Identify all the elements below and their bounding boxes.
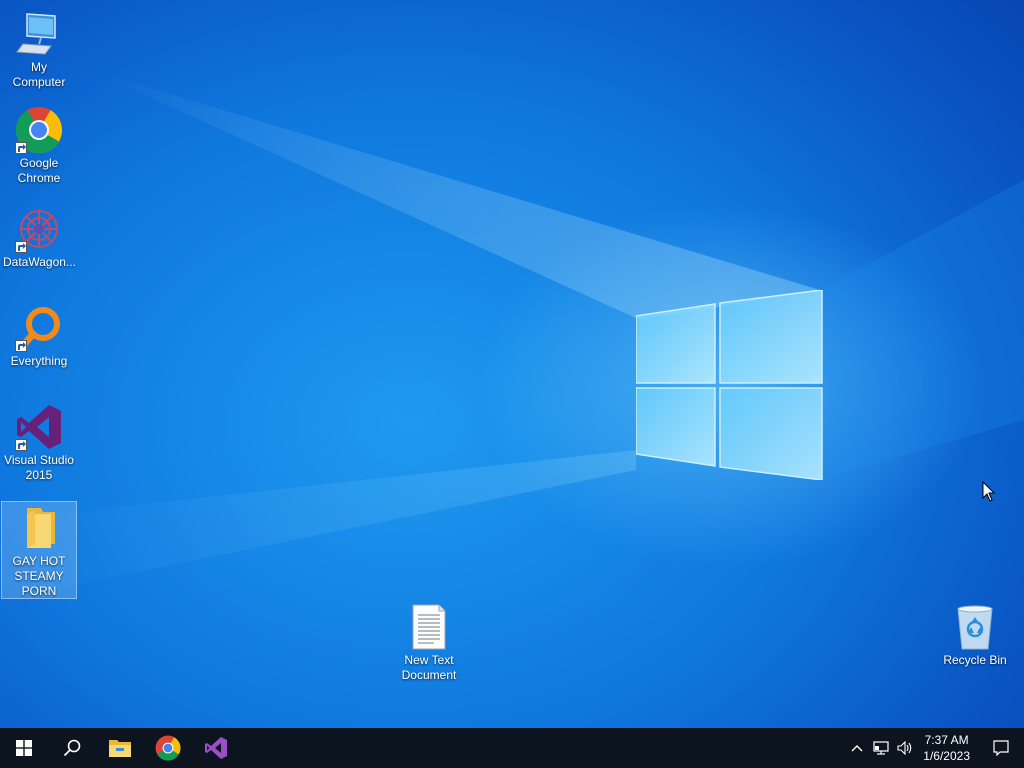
start-button[interactable]	[0, 728, 48, 768]
visual-studio-icon	[205, 737, 227, 759]
desktop-icon-visual-studio-2015[interactable]: Visual Studio 2015	[1, 401, 77, 483]
desktop-icon-datawagon[interactable]: DataWagon...	[1, 203, 77, 270]
chevron-up-icon	[851, 745, 863, 752]
notification-icon	[993, 740, 1009, 756]
chrome-icon	[15, 106, 63, 154]
visual-studio-icon	[15, 403, 63, 451]
taskbar-chrome[interactable]	[144, 728, 192, 768]
desktop-icon-folder[interactable]: GAY HOT STEAMY PORN	[1, 501, 77, 599]
network-button[interactable]	[869, 728, 893, 768]
desktop-icon-label: Recycle Bin	[943, 653, 1007, 667]
folder-icon	[15, 504, 63, 552]
desktop-icon-label: Google Chrome	[17, 156, 61, 185]
desktop-icon-label: Visual Studio 2015	[4, 453, 74, 482]
taskbar-file-explorer[interactable]	[96, 728, 144, 768]
shortcut-arrow-icon	[15, 340, 27, 352]
network-icon	[873, 741, 889, 755]
desktop[interactable]: My Computer Google Chrome DataWagon... E…	[0, 0, 1024, 728]
desktop-icon-label: Everything	[10, 354, 68, 368]
clock-date: 1/6/2023	[923, 749, 970, 763]
action-center-button[interactable]	[978, 728, 1024, 768]
volume-button[interactable]	[893, 728, 917, 768]
shortcut-arrow-icon	[15, 241, 27, 253]
clock-time: 7:37 AM	[924, 733, 969, 747]
taskbar-visual-studio[interactable]	[192, 728, 240, 768]
desktop-icon-google-chrome[interactable]: Google Chrome	[1, 104, 77, 186]
desktop-icon-recycle-bin[interactable]: Recycle Bin	[937, 601, 1013, 668]
desktop-icon-label: New Text Document	[401, 653, 457, 682]
desktop-icon-new-text-document[interactable]: New Text Document	[391, 601, 467, 683]
search-button[interactable]	[48, 728, 96, 768]
search-icon	[63, 739, 81, 757]
mouse-cursor-icon	[982, 481, 996, 502]
start-icon	[16, 740, 32, 756]
computer-icon	[15, 10, 63, 58]
system-tray: 7:37 AM 1/6/2023	[845, 728, 1024, 768]
recycle-bin-icon	[951, 603, 999, 651]
desktop-icon-my-computer[interactable]: My Computer	[1, 8, 77, 90]
show-hidden-icons-button[interactable]	[845, 728, 869, 768]
file-explorer-icon	[109, 740, 131, 757]
shortcut-arrow-icon	[15, 142, 27, 154]
desktop-icon-everything[interactable]: Everything	[1, 302, 77, 369]
shortcut-arrow-icon	[15, 439, 27, 451]
everything-icon	[15, 304, 63, 352]
datawagon-icon	[15, 205, 63, 253]
chrome-icon	[155, 735, 181, 761]
taskbar: 7:37 AM 1/6/2023	[0, 728, 1024, 768]
text-document-icon	[405, 603, 453, 651]
volume-icon	[897, 741, 912, 755]
taskbar-clock[interactable]: 7:37 AM 1/6/2023	[917, 732, 978, 764]
desktop-icon-label: GAY HOT STEAMY PORN	[12, 554, 66, 598]
desktop-icon-label: My Computer	[12, 60, 66, 89]
desktop-icon-label: DataWagon...	[3, 255, 76, 269]
